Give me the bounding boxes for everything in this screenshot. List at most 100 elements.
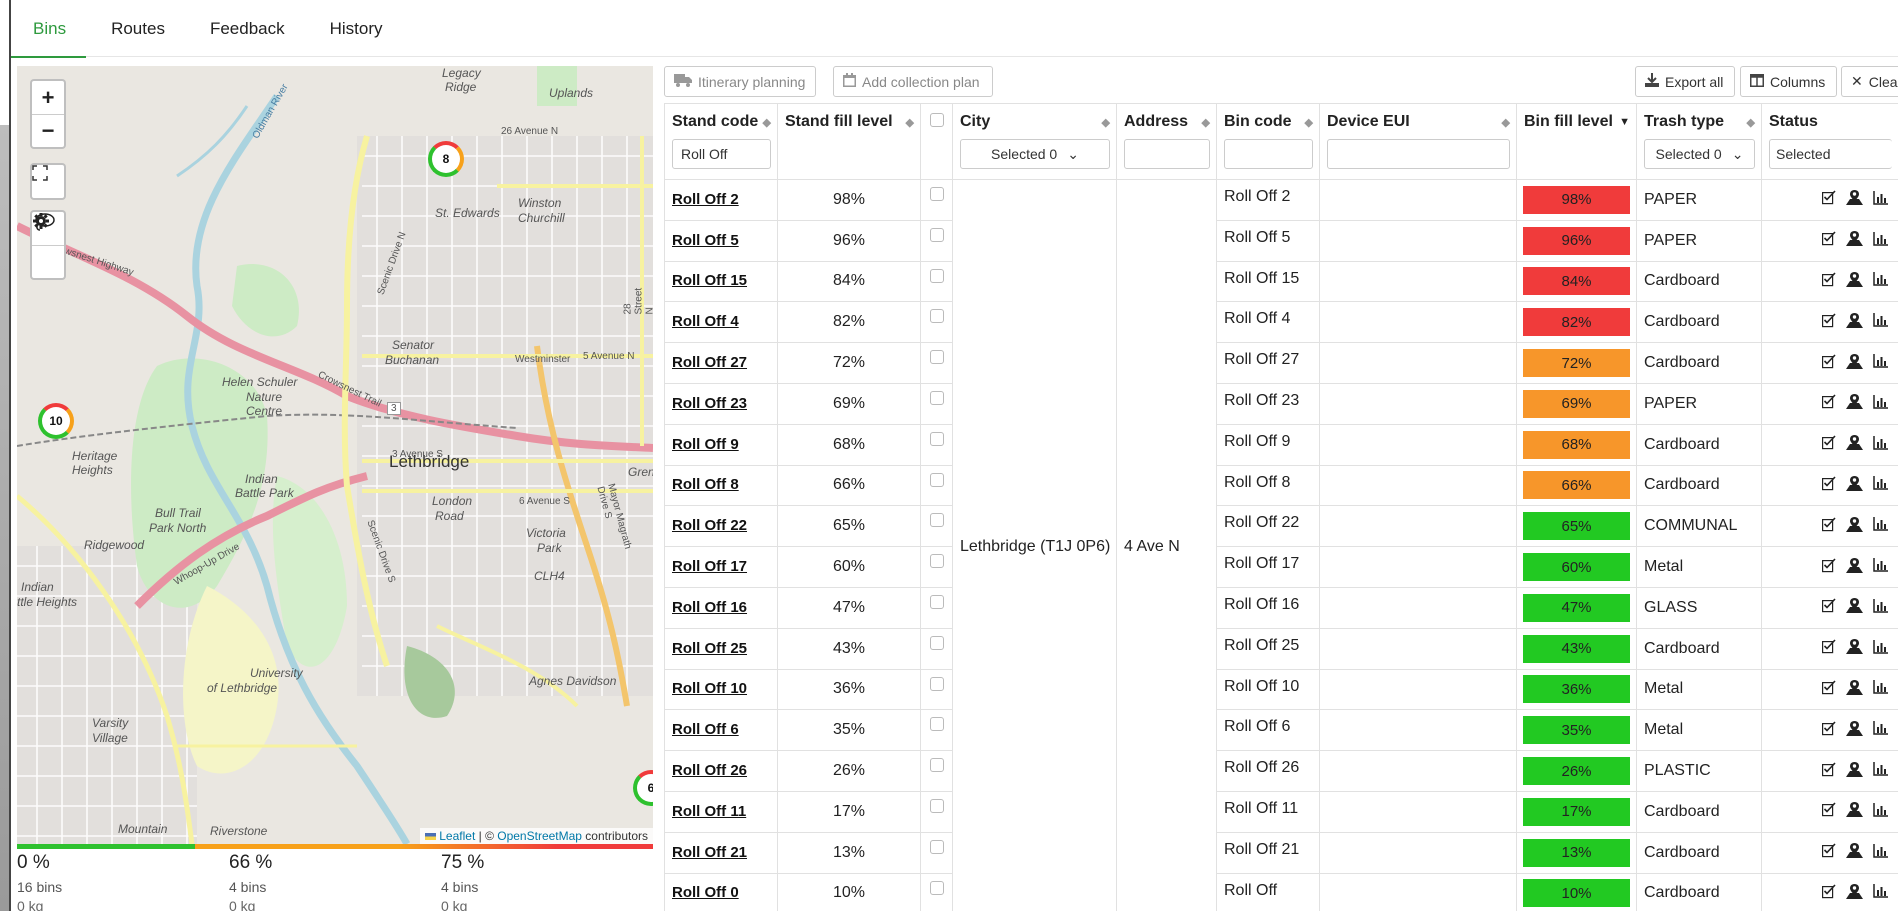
map-marker-icon[interactable]: [1846, 679, 1863, 700]
col-city-title[interactable]: City: [960, 113, 990, 131]
chart-icon[interactable]: [1873, 884, 1888, 902]
checklist-icon[interactable]: [1822, 639, 1836, 658]
map-marker-icon[interactable]: [1846, 597, 1863, 618]
chart-icon[interactable]: [1873, 639, 1888, 658]
table-row[interactable]: Roll Off 22 65% Roll Off 22 65% COMMUNAL: [664, 505, 1898, 548]
chart-icon[interactable]: [1873, 843, 1888, 862]
sort-icon[interactable]: ◆: [1502, 116, 1510, 129]
row-checkbox[interactable]: [929, 227, 944, 242]
chart-icon[interactable]: [1873, 190, 1888, 209]
checklist-icon[interactable]: [1822, 517, 1836, 536]
checklist-icon[interactable]: [1822, 884, 1836, 903]
checklist-icon[interactable]: [1822, 802, 1836, 821]
itinerary-planning-button[interactable]: Itinerary planning: [664, 66, 816, 97]
chart-icon[interactable]: [1873, 762, 1888, 780]
table-row[interactable]: Roll Off 21 13% Roll Off 21 13% Cardboard: [664, 831, 1898, 874]
tab-feedback[interactable]: Feedback: [210, 0, 285, 57]
checklist-icon[interactable]: [1822, 680, 1836, 699]
clear-filters-button[interactable]: ✕ Clea: [1841, 66, 1898, 97]
checklist-icon[interactable]: [1822, 354, 1836, 373]
col-stand-code-title[interactable]: Stand code: [672, 113, 758, 131]
table-row[interactable]: Roll Off 23 69% Roll Off 23 69% PAPER: [664, 382, 1898, 425]
checklist-icon[interactable]: [1822, 558, 1836, 577]
table-row[interactable]: Roll Off 10 36% Roll Off 10 36% Metal: [664, 668, 1898, 711]
chart-icon[interactable]: [1873, 272, 1888, 290]
map-marker-icon[interactable]: [1846, 638, 1863, 659]
stand-code-link[interactable]: Roll Off 10: [672, 680, 747, 697]
chart-icon[interactable]: [1873, 435, 1888, 454]
col-address-title[interactable]: Address: [1124, 113, 1188, 131]
row-checkbox[interactable]: [929, 554, 944, 569]
stand-code-link[interactable]: Roll Off 26: [672, 762, 747, 779]
checklist-icon[interactable]: [1822, 231, 1836, 250]
map-marker-icon[interactable]: [1846, 720, 1863, 741]
checklist-icon[interactable]: [1822, 721, 1836, 740]
zoom-out-button[interactable]: −: [32, 114, 64, 147]
stand-code-link[interactable]: Roll Off 11: [672, 803, 746, 820]
address-filter-input[interactable]: [1124, 139, 1210, 169]
sort-desc-icon[interactable]: ▼: [1619, 116, 1630, 128]
leaflet-link[interactable]: Leaflet: [439, 829, 475, 843]
stand-code-link[interactable]: Roll Off 21: [672, 844, 747, 861]
row-checkbox[interactable]: [929, 758, 944, 773]
checklist-icon[interactable]: [1822, 598, 1836, 617]
row-checkbox[interactable]: [929, 839, 944, 854]
col-bin-fill-title[interactable]: Bin fill level: [1524, 113, 1613, 131]
row-checkbox[interactable]: [929, 798, 944, 813]
tab-routes[interactable]: Routes: [111, 0, 165, 57]
map-cluster-10[interactable]: 10: [38, 403, 74, 439]
export-all-button[interactable]: Export all: [1635, 66, 1735, 97]
row-checkbox[interactable]: [929, 676, 944, 691]
row-checkbox[interactable]: [929, 635, 944, 650]
table-row[interactable]: Roll Off 4 82% Roll Off 4 82% Cardboard: [664, 301, 1898, 344]
table-row[interactable]: Roll Off 2 98% Lethbridge (T1J 0P6) 4 Ave N…: [664, 178, 1898, 911]
table-row[interactable]: Roll Off 15 84% Roll Off 15 84% Cardboard: [664, 260, 1898, 303]
stand-code-filter-input[interactable]: [672, 139, 771, 169]
row-checkbox[interactable]: [929, 187, 944, 201]
zoom-in-button[interactable]: +: [32, 81, 64, 114]
trash-type-filter-select[interactable]: Selected 0 ⌄: [1644, 139, 1755, 169]
row-checkbox[interactable]: [929, 594, 944, 609]
map-marker-icon[interactable]: [1846, 393, 1863, 414]
sort-icon[interactable]: ◆: [1747, 116, 1755, 129]
sort-icon[interactable]: ◆: [1202, 116, 1210, 129]
chart-icon[interactable]: [1873, 802, 1888, 821]
row-checkbox[interactable]: [929, 880, 944, 895]
osm-link[interactable]: OpenStreetMap: [497, 829, 582, 843]
chart-icon[interactable]: [1873, 394, 1888, 413]
chart-icon[interactable]: [1873, 517, 1888, 535]
stand-code-link[interactable]: Roll Off 4: [672, 313, 739, 330]
map-marker-icon[interactable]: [1846, 312, 1863, 333]
stand-code-link[interactable]: Roll Off 0: [672, 884, 739, 901]
table-row[interactable]: Roll Off 0 10% Roll Off 10% Cardboard: [664, 872, 1898, 911]
col-trash-type-title[interactable]: Trash type: [1644, 113, 1724, 131]
map-marker-icon[interactable]: [1846, 189, 1863, 210]
stand-code-link[interactable]: Roll Off 5: [672, 232, 739, 249]
chart-icon[interactable]: [1873, 476, 1888, 494]
chart-icon[interactable]: [1873, 680, 1888, 698]
tab-history[interactable]: History: [330, 0, 383, 57]
row-checkbox[interactable]: [929, 350, 944, 365]
fullscreen-icon[interactable]: [32, 165, 64, 198]
col-bin-code-title[interactable]: Bin code: [1224, 113, 1292, 131]
table-row[interactable]: Roll Off 25 43% Roll Off 25 43% Cardboard: [664, 627, 1898, 670]
checklist-icon[interactable]: [1822, 476, 1836, 495]
stand-code-link[interactable]: Roll Off 15: [672, 272, 747, 289]
map-marker-icon[interactable]: [1846, 557, 1863, 578]
bin-code-filter-input[interactable]: [1224, 139, 1313, 169]
row-checkbox[interactable]: [929, 431, 944, 446]
table-row[interactable]: Roll Off 27 72% Roll Off 27 72% Cardboard: [664, 342, 1898, 384]
sort-icon[interactable]: ◆: [1102, 116, 1110, 129]
add-collection-plan-button[interactable]: Add collection plan: [833, 66, 993, 97]
stand-code-link[interactable]: Roll Off 16: [672, 599, 747, 616]
select-all-checkbox[interactable]: [930, 113, 944, 127]
checklist-icon[interactable]: [1822, 843, 1836, 862]
device-eui-filter-input[interactable]: [1327, 139, 1510, 169]
checklist-icon[interactable]: [1822, 272, 1836, 291]
stand-code-link[interactable]: Roll Off 27: [672, 354, 747, 371]
map-marker-icon[interactable]: [1846, 230, 1863, 251]
sort-icon[interactable]: ◆: [1305, 116, 1313, 129]
tab-bins[interactable]: Bins: [10, 0, 87, 58]
columns-button[interactable]: Columns: [1740, 66, 1837, 97]
table-row[interactable]: Roll Off 8 66% Roll Off 8 66% Cardboard: [664, 464, 1898, 507]
